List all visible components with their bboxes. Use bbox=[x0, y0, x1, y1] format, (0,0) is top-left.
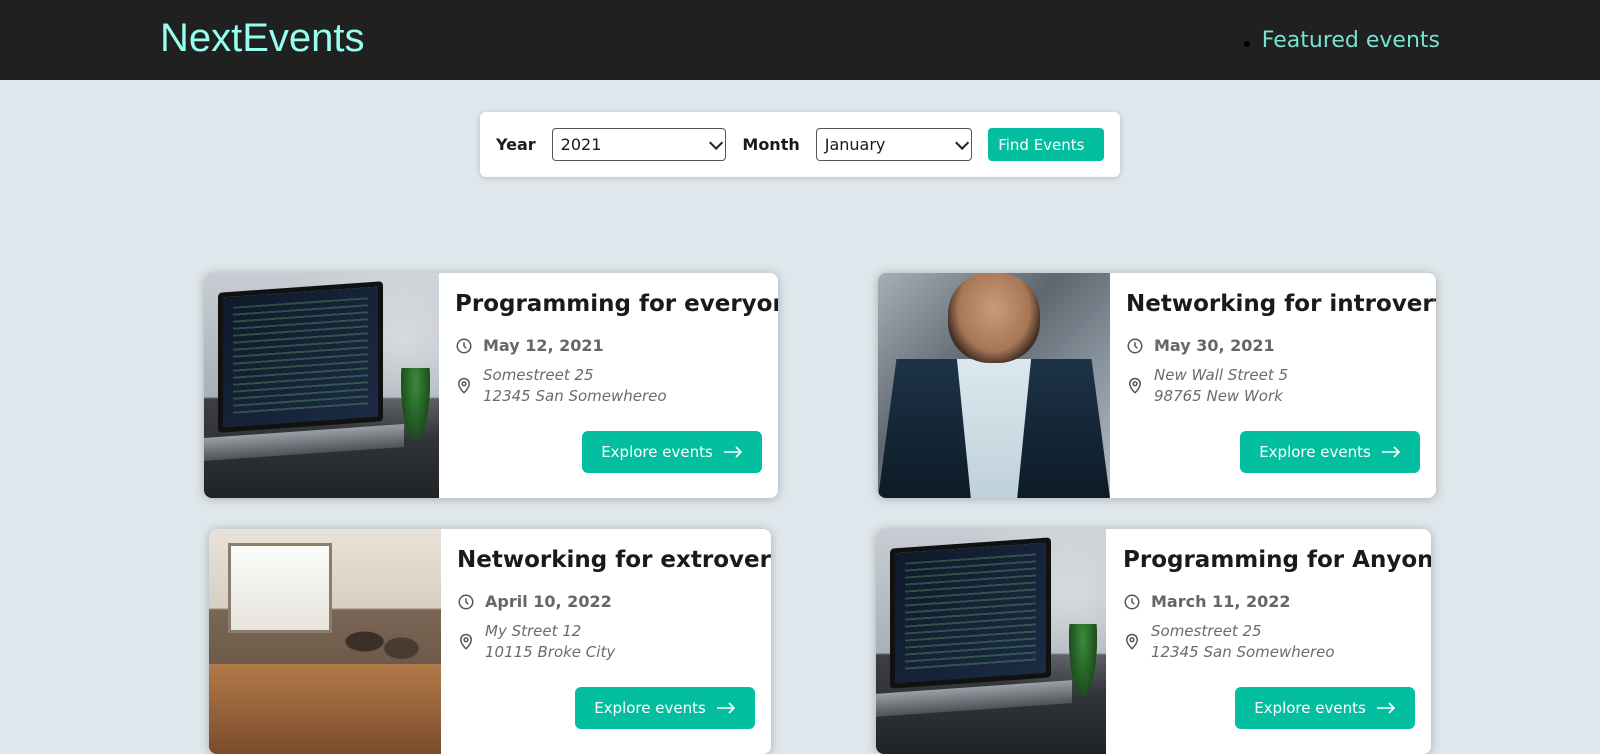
event-image bbox=[878, 273, 1110, 498]
jacket-left-graphic bbox=[878, 358, 971, 498]
event-address: My Street 12 10115 Broke City bbox=[485, 621, 615, 663]
event-title: Networking for introverts bbox=[1126, 291, 1436, 317]
event-address-row: My Street 12 10115 Broke City bbox=[457, 621, 755, 663]
address-line-1: New Wall Street 5 bbox=[1154, 366, 1289, 384]
event-card: Programming for Anyone March 11, 2022 So… bbox=[876, 529, 1431, 754]
event-date: May 30, 2021 bbox=[1154, 336, 1275, 355]
event-card: Networking for extroverts April 10, 2022… bbox=[209, 529, 771, 754]
jacket-right-graphic bbox=[1017, 358, 1110, 498]
event-date-row: May 12, 2021 bbox=[455, 335, 762, 357]
plant-graphic bbox=[401, 367, 430, 440]
clock-icon bbox=[458, 594, 474, 610]
plant-graphic bbox=[1069, 623, 1097, 696]
explore-button-label: Explore events bbox=[594, 699, 706, 717]
event-date-row: May 30, 2021 bbox=[1126, 335, 1420, 357]
event-content: Programming for everyone May 12, 2021 So… bbox=[455, 291, 778, 415]
location-pin-icon bbox=[1128, 377, 1142, 394]
site-logo[interactable]: NextEvents bbox=[160, 16, 365, 61]
top-navigation-bar: NextEvents Featured events bbox=[0, 0, 1600, 80]
nav-link-featured-events[interactable]: Featured events bbox=[1262, 28, 1440, 53]
address-line-1: My Street 12 bbox=[485, 622, 582, 640]
address-line-2: 12345 San Somewhereo bbox=[483, 387, 667, 405]
event-content: Networking for extroverts April 10, 2022… bbox=[457, 547, 771, 671]
event-card: Networking for introverts May 30, 2021 N… bbox=[878, 273, 1436, 498]
year-select[interactable]: 2021 bbox=[551, 128, 727, 161]
event-image bbox=[204, 273, 439, 498]
clock-icon bbox=[456, 338, 472, 354]
event-card: Programming for everyone May 12, 2021 So… bbox=[204, 273, 778, 498]
event-date-row: March 11, 2022 bbox=[1123, 591, 1415, 613]
location-pin-icon bbox=[1125, 633, 1139, 650]
year-label: Year bbox=[496, 135, 536, 154]
event-address-row: New Wall Street 5 98765 New Work bbox=[1126, 365, 1420, 407]
bullet-icon bbox=[1243, 40, 1250, 47]
chevron-down-icon bbox=[955, 135, 970, 150]
explore-button-label: Explore events bbox=[1254, 699, 1366, 717]
address-line-2: 10115 Broke City bbox=[485, 643, 616, 661]
laptop-screen-graphic bbox=[218, 280, 383, 432]
event-title: Programming for Anyone bbox=[1123, 547, 1431, 573]
explore-button-label: Explore events bbox=[1259, 443, 1371, 461]
event-address-row: Somestreet 25 12345 San Somewhereo bbox=[455, 365, 762, 407]
arrow-right-icon bbox=[1381, 446, 1400, 458]
clock-icon bbox=[1124, 594, 1140, 610]
event-search-form: Year 2021 Month January Find Events bbox=[480, 112, 1120, 177]
event-image bbox=[209, 529, 441, 754]
explore-events-button[interactable]: Explore events bbox=[1240, 431, 1420, 473]
event-date: May 12, 2021 bbox=[483, 336, 604, 355]
laptop-screen-graphic bbox=[889, 536, 1051, 688]
event-date: April 10, 2022 bbox=[485, 592, 612, 611]
clock-icon bbox=[1127, 338, 1143, 354]
arrow-right-icon bbox=[716, 702, 735, 714]
event-content: Programming for Anyone March 11, 2022 So… bbox=[1123, 547, 1431, 671]
explore-events-button[interactable]: Explore events bbox=[1235, 687, 1415, 729]
event-date-row: April 10, 2022 bbox=[457, 591, 755, 613]
explore-events-button[interactable]: Explore events bbox=[575, 687, 755, 729]
event-address-row: Somestreet 25 12345 San Somewhereo bbox=[1123, 621, 1415, 663]
chevron-down-icon bbox=[709, 135, 724, 150]
window-graphic bbox=[227, 542, 332, 633]
event-title: Programming for everyone bbox=[455, 291, 778, 317]
explore-button-label: Explore events bbox=[601, 443, 713, 461]
event-content: Networking for introverts May 30, 2021 N… bbox=[1126, 291, 1436, 415]
event-address: Somestreet 25 12345 San Somewhereo bbox=[1151, 621, 1335, 663]
location-pin-icon bbox=[459, 633, 473, 650]
explore-events-button[interactable]: Explore events bbox=[582, 431, 762, 473]
year-select-value: 2021 bbox=[560, 135, 602, 154]
address-line-1: Somestreet 25 bbox=[1151, 622, 1262, 640]
face-graphic bbox=[947, 273, 1041, 363]
month-label: Month bbox=[742, 135, 800, 154]
month-select-value: January bbox=[824, 135, 886, 154]
location-pin-icon bbox=[457, 377, 471, 394]
event-date: March 11, 2022 bbox=[1151, 592, 1291, 611]
table-graphic bbox=[209, 664, 441, 754]
address-line-2: 12345 San Somewhereo bbox=[1151, 643, 1335, 661]
find-events-button[interactable]: Find Events bbox=[988, 128, 1104, 161]
event-image bbox=[876, 529, 1106, 754]
arrow-right-icon bbox=[723, 446, 742, 458]
month-select[interactable]: January bbox=[815, 128, 973, 161]
event-address: New Wall Street 5 98765 New Work bbox=[1154, 365, 1288, 407]
event-address: Somestreet 25 12345 San Somewhereo bbox=[483, 365, 667, 407]
arrow-right-icon bbox=[1376, 702, 1395, 714]
address-line-2: 98765 New Work bbox=[1154, 387, 1283, 405]
main-nav: Featured events bbox=[1243, 28, 1440, 53]
address-line-1: Somestreet 25 bbox=[483, 366, 594, 384]
event-title: Networking for extroverts bbox=[457, 547, 771, 573]
